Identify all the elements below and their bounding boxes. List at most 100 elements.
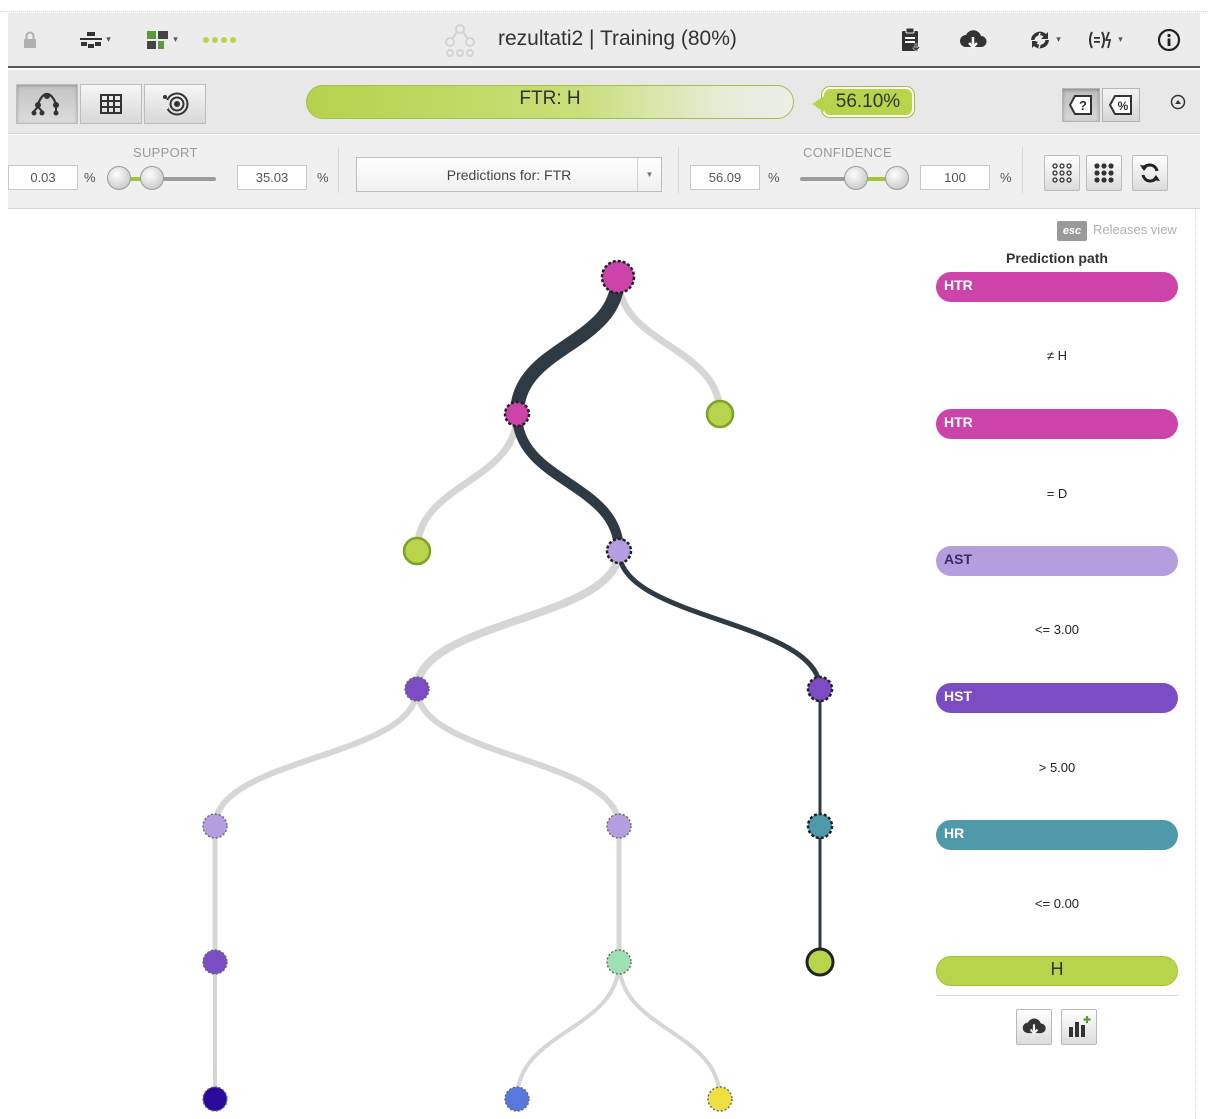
tree-split-node[interactable] — [606, 949, 632, 975]
support-label: SUPPORT — [133, 145, 198, 160]
tree-split-node[interactable] — [202, 949, 228, 975]
panel-divider — [936, 995, 1178, 996]
support-max-unit: % — [317, 170, 329, 185]
confidence-label: CONFIDENCE — [803, 145, 892, 160]
grid-icon — [100, 94, 122, 114]
tree-split-node[interactable] — [600, 259, 636, 295]
confidence-max-input[interactable]: 100 — [920, 165, 990, 190]
status-dots-icon — [198, 13, 242, 66]
path-step-field: HST — [944, 688, 972, 704]
tree-split-node[interactable] — [806, 812, 834, 840]
formula-menu-icon[interactable]: ▾ — [1082, 13, 1128, 66]
support-max-knob[interactable] — [140, 166, 164, 190]
confidence-min-knob[interactable] — [844, 166, 868, 190]
add-chart-button[interactable] — [1061, 1009, 1097, 1045]
support-min-input[interactable]: 0.03 — [8, 165, 78, 190]
confidence-min-input[interactable]: 56.09 — [690, 165, 760, 190]
select-arrow-icon: ▼ — [637, 158, 661, 191]
tree-branch — [413, 547, 623, 693]
predictions-select[interactable]: Predictions for: FTR ▼ — [356, 157, 662, 192]
path-step-condition: <= 3.00 — [1034, 622, 1080, 637]
decision-tree-canvas[interactable] — [0, 210, 930, 1119]
prediction-result-pill: FTR: H — [306, 85, 794, 119]
expand-tree-button[interactable] — [1044, 155, 1080, 191]
table-view-button[interactable] — [80, 84, 142, 124]
confidence-max-knob[interactable] — [885, 166, 909, 190]
panel-edge — [1195, 210, 1196, 1119]
top-border — [0, 0, 1208, 12]
support-max-input[interactable]: 35.03 — [237, 165, 307, 190]
model-type-caret: ▾ — [173, 34, 178, 44]
tree-menu-icon[interactable]: ▾ — [72, 13, 118, 66]
tree-split-node[interactable] — [605, 537, 633, 565]
path-step-pill[interactable]: HST — [936, 683, 1178, 713]
path-step-condition: ≠ H — [1046, 348, 1068, 363]
confidence-min-unit: % — [768, 170, 780, 185]
tree-split-node[interactable] — [202, 1086, 228, 1112]
path-step-field: HTR — [944, 277, 973, 293]
tree-split-node[interactable] — [606, 813, 632, 839]
confidence-tag: 56.10% — [812, 87, 914, 117]
path-step-condition: <= 0.00 — [1034, 896, 1080, 911]
clipboard-download-icon[interactable] — [894, 13, 928, 66]
model-type-icon[interactable]: ▾ — [138, 13, 186, 66]
tree-split-node[interactable] — [707, 1086, 733, 1112]
filter-bar: SUPPORT 0.03 % 35.03 % Predictions for: … — [8, 135, 1200, 209]
reset-button[interactable] — [1132, 155, 1168, 191]
svg-text:%: % — [1118, 99, 1129, 113]
path-step-pill[interactable]: HTR — [936, 409, 1178, 439]
tree-branch — [616, 548, 823, 692]
tree-split-node[interactable] — [503, 400, 531, 428]
prediction-path-title: Prediction path — [1006, 250, 1108, 266]
download-path-button[interactable] — [1016, 1009, 1052, 1045]
filter-divider — [338, 147, 339, 193]
esc-key-badge[interactable]: esc — [1057, 221, 1087, 241]
tree-leaf-node[interactable] — [402, 536, 432, 566]
cloud-download-icon — [1022, 1018, 1046, 1035]
chevron-up-circle-icon — [1170, 94, 1186, 110]
tree-split-node[interactable] — [504, 1086, 530, 1112]
tree-branch — [413, 410, 521, 555]
percent-toggle-button[interactable]: % — [1102, 88, 1140, 122]
path-step-pill[interactable]: AST — [936, 546, 1178, 576]
svg-text:?: ? — [1079, 98, 1087, 113]
releases-view-link[interactable]: Releases view — [1093, 222, 1177, 237]
formula-menu-caret: ▾ — [1118, 34, 1123, 44]
lock-icon[interactable] — [18, 13, 42, 66]
path-step-condition: > 5.00 — [1038, 760, 1076, 775]
support-min-knob[interactable] — [107, 166, 131, 190]
predictions-select-value: Predictions for: FTR — [446, 166, 572, 183]
tree-branch — [212, 686, 420, 829]
cloud-download-icon[interactable] — [956, 13, 990, 66]
tree-split-node[interactable] — [404, 676, 430, 702]
tree-branch — [614, 273, 724, 418]
model-tree-view: ▾ ▾ rezultati2 | Training (80%) ▾ ▾ FTR:… — [0, 0, 1208, 1119]
tree-menu-caret: ▾ — [106, 34, 111, 44]
final-prediction-pill: H — [936, 956, 1178, 986]
tree-split-node[interactable] — [806, 675, 834, 703]
question-toggle-button[interactable]: ? — [1062, 88, 1100, 122]
path-step-field: AST — [944, 551, 972, 567]
tree-leaf-node[interactable] — [805, 947, 835, 977]
question-tag-icon: ? — [1069, 95, 1092, 115]
collapse-tree-button[interactable] — [1086, 155, 1122, 191]
path-step-pill[interactable]: HR — [936, 820, 1178, 850]
tree-view-button[interactable] — [16, 84, 78, 124]
title-bar: ▾ ▾ rezultati2 | Training (80%) ▾ ▾ — [8, 13, 1200, 68]
prediction-bar: FTR: H 56.10% ? % — [8, 70, 1200, 134]
tree-view-icon — [31, 92, 59, 116]
sunburst-view-button[interactable] — [144, 84, 206, 124]
tree-branch — [512, 409, 624, 556]
model-title: rezultati2 | Training (80%) — [498, 27, 737, 50]
tree-branch — [414, 686, 622, 829]
tree-leaf-node[interactable] — [705, 399, 735, 429]
dot-grid-solid-icon — [1094, 163, 1114, 183]
tree-branch — [510, 270, 625, 421]
tree-branch — [617, 960, 722, 1101]
info-icon[interactable] — [1152, 13, 1186, 66]
tree-split-node[interactable] — [202, 813, 228, 839]
path-step-pill[interactable]: HTR — [936, 272, 1178, 302]
bar-chart-plus-icon — [1069, 1016, 1091, 1037]
collapse-up-button[interactable] — [1170, 94, 1186, 115]
sync-menu-icon[interactable]: ▾ — [1022, 13, 1066, 66]
